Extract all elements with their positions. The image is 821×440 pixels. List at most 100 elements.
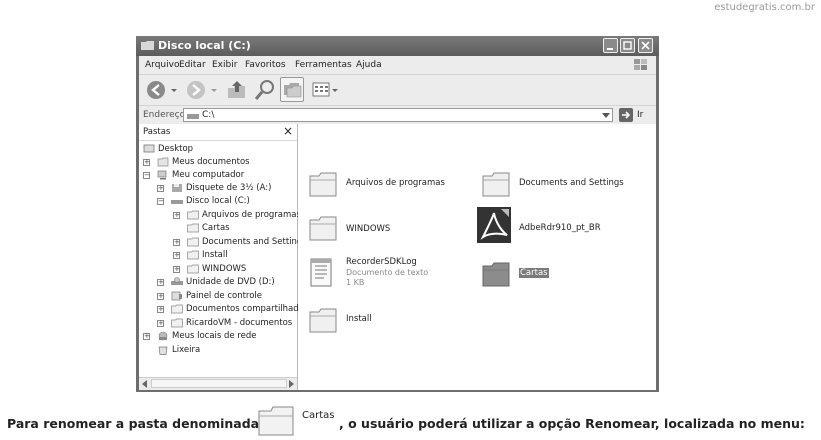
minimize-icon [607,48,613,50]
expand-toggle[interactable]: + [157,185,164,192]
file-item-install[interactable]: Install [308,304,458,338]
tree-item-meu-computador[interactable]: − Meu computador [143,169,293,182]
chevron-left-icon[interactable] [141,380,149,388]
tree-item-documents-and-settings[interactable]: + Documents and Settings [173,236,307,249]
pane-close-button[interactable]: × [283,124,293,138]
collapse-toggle[interactable]: − [143,172,150,179]
tree-label: Arquivos de programas [202,210,301,220]
desktop-icon [143,144,155,153]
menu-arquivo[interactable]: Arquivo [145,60,179,70]
tree-item-install[interactable]: + Install [173,249,295,262]
tree-label: Cartas [202,223,230,233]
file-item-adberdr910[interactable]: AdbeRdr910_pt_BR [477,207,647,245]
menu-ferramentas[interactable]: Ferramentas [295,60,352,70]
file-type: Documento de texto [346,268,429,277]
tree-label: Meu computador [172,170,245,180]
menu-favoritos[interactable]: Favoritos [245,60,286,70]
tree-item-desktop[interactable]: Desktop [143,143,293,156]
folder-icon [171,304,183,314]
scroll-thumb[interactable] [151,379,287,388]
control-panel-icon [171,291,182,301]
up-folder-button[interactable] [225,78,249,102]
tree-item-meus-locais-de-rede[interactable]: + Meus locais de rede [143,330,293,343]
forward-arrow-icon [187,81,217,99]
folders-button[interactable] [280,77,304,102]
tree-label: Unidade de DVD (D:) [186,277,275,287]
collapse-toggle[interactable]: − [157,198,164,205]
address-value: C:\ [202,110,215,120]
content-area: Pastas × Desktop + Meus documentos − Meu… [139,124,656,390]
horizontal-scrollbar[interactable] [139,377,297,390]
acrobat-icon [477,207,511,243]
folder-icon [171,318,183,328]
folder-icon [482,172,510,197]
expand-toggle[interactable]: + [157,320,164,327]
expand-toggle[interactable]: + [157,306,164,313]
windows-logo-icon [634,59,647,70]
folder-icon [187,250,199,260]
menu-editar[interactable]: Editar [179,60,206,70]
drive-icon [171,200,183,204]
tree-item-disco-local[interactable]: − Disco local (C:) [157,195,293,208]
expand-toggle[interactable]: + [157,293,164,300]
tree-item-windows[interactable]: + WINDOWS [173,263,295,276]
tree-label: Disquete de 3½ (A:) [186,183,272,193]
folder-icon [309,216,337,241]
back-button[interactable] [145,78,179,102]
folder-icon [187,210,199,220]
search-icon [254,80,274,100]
menu-exibir[interactable]: Exibir [212,60,237,70]
menu-ajuda[interactable]: Ajuda [356,60,382,70]
tree-label: Desktop [158,144,194,154]
watermark: estudegratis.com.br [714,2,815,13]
search-button[interactable] [253,78,277,102]
network-icon [158,331,168,341]
window-title: Disco local (C:) [158,39,251,52]
expand-toggle[interactable]: + [173,266,180,273]
recycle-bin-icon [158,346,168,355]
tree-label: Install [202,250,228,260]
documents-icon [157,157,169,167]
tree-item-arquivos-de-programas[interactable]: + Arquivos de programas [173,209,301,222]
tree-label: Meus documentos [172,157,250,167]
tree-item-painel-de-controle[interactable]: + Painel de controle [157,290,293,303]
file-item-documents-and-settings[interactable]: Documents and Settings [481,168,651,202]
title-bar[interactable]: Disco local (C:) [136,36,659,56]
expand-toggle[interactable]: + [173,212,180,219]
tree-item-lixeira[interactable]: Lixeira [157,344,293,357]
tree-item-ricardovm-documentos[interactable]: + RicardoVM - documentos [157,317,293,330]
computer-icon [157,170,167,180]
file-item-arquivos-de-programas[interactable]: Arquivos de programas [308,168,458,202]
go-button[interactable]: Ir [619,108,653,123]
tree-item-meus-documentos[interactable]: + Meus documentos [143,156,293,169]
file-item-cartas[interactable]: Cartas [481,258,651,292]
maximize-button[interactable] [620,38,635,53]
file-item-recordersdklog[interactable]: RecorderSDKLog Documento de texto 1 KB [308,257,458,297]
question-folder-label: Cartas [302,410,335,421]
chevron-down-icon[interactable] [602,112,610,119]
expand-toggle[interactable]: + [173,252,180,259]
close-button[interactable] [638,38,653,53]
file-name-selected: Cartas [519,268,549,278]
expand-toggle[interactable]: + [143,333,150,340]
tree-item-disquete[interactable]: + Disquete de 3½ (A:) [157,182,293,195]
menu-bar: Arquivo Editar Exibir Favoritos Ferramen… [139,56,656,74]
folders-pane: Pastas × Desktop + Meus documentos − Meu… [139,124,308,390]
tree-item-documentos-compartilhados[interactable]: + Documentos compartilhados [157,303,308,316]
chevron-right-icon[interactable] [287,380,295,388]
minimize-button[interactable] [603,38,618,53]
folder-icon [187,264,199,274]
file-item-windows[interactable]: WINDOWS [308,212,458,246]
tree-item-unidade-dvd[interactable]: + Unidade de DVD (D:) [157,276,293,289]
expand-toggle[interactable]: + [157,279,164,286]
address-input[interactable]: C:\ [183,108,613,122]
expand-toggle[interactable]: + [143,159,150,166]
file-name: Documents and Settings [519,178,624,188]
close-icon [641,41,650,50]
go-label: Ir [637,110,644,120]
views-button[interactable] [311,79,341,101]
forward-button[interactable] [185,78,219,102]
tree-item-cartas[interactable]: Cartas [187,222,295,235]
pane-title: Pastas [143,127,171,137]
expand-toggle[interactable]: + [173,239,180,246]
